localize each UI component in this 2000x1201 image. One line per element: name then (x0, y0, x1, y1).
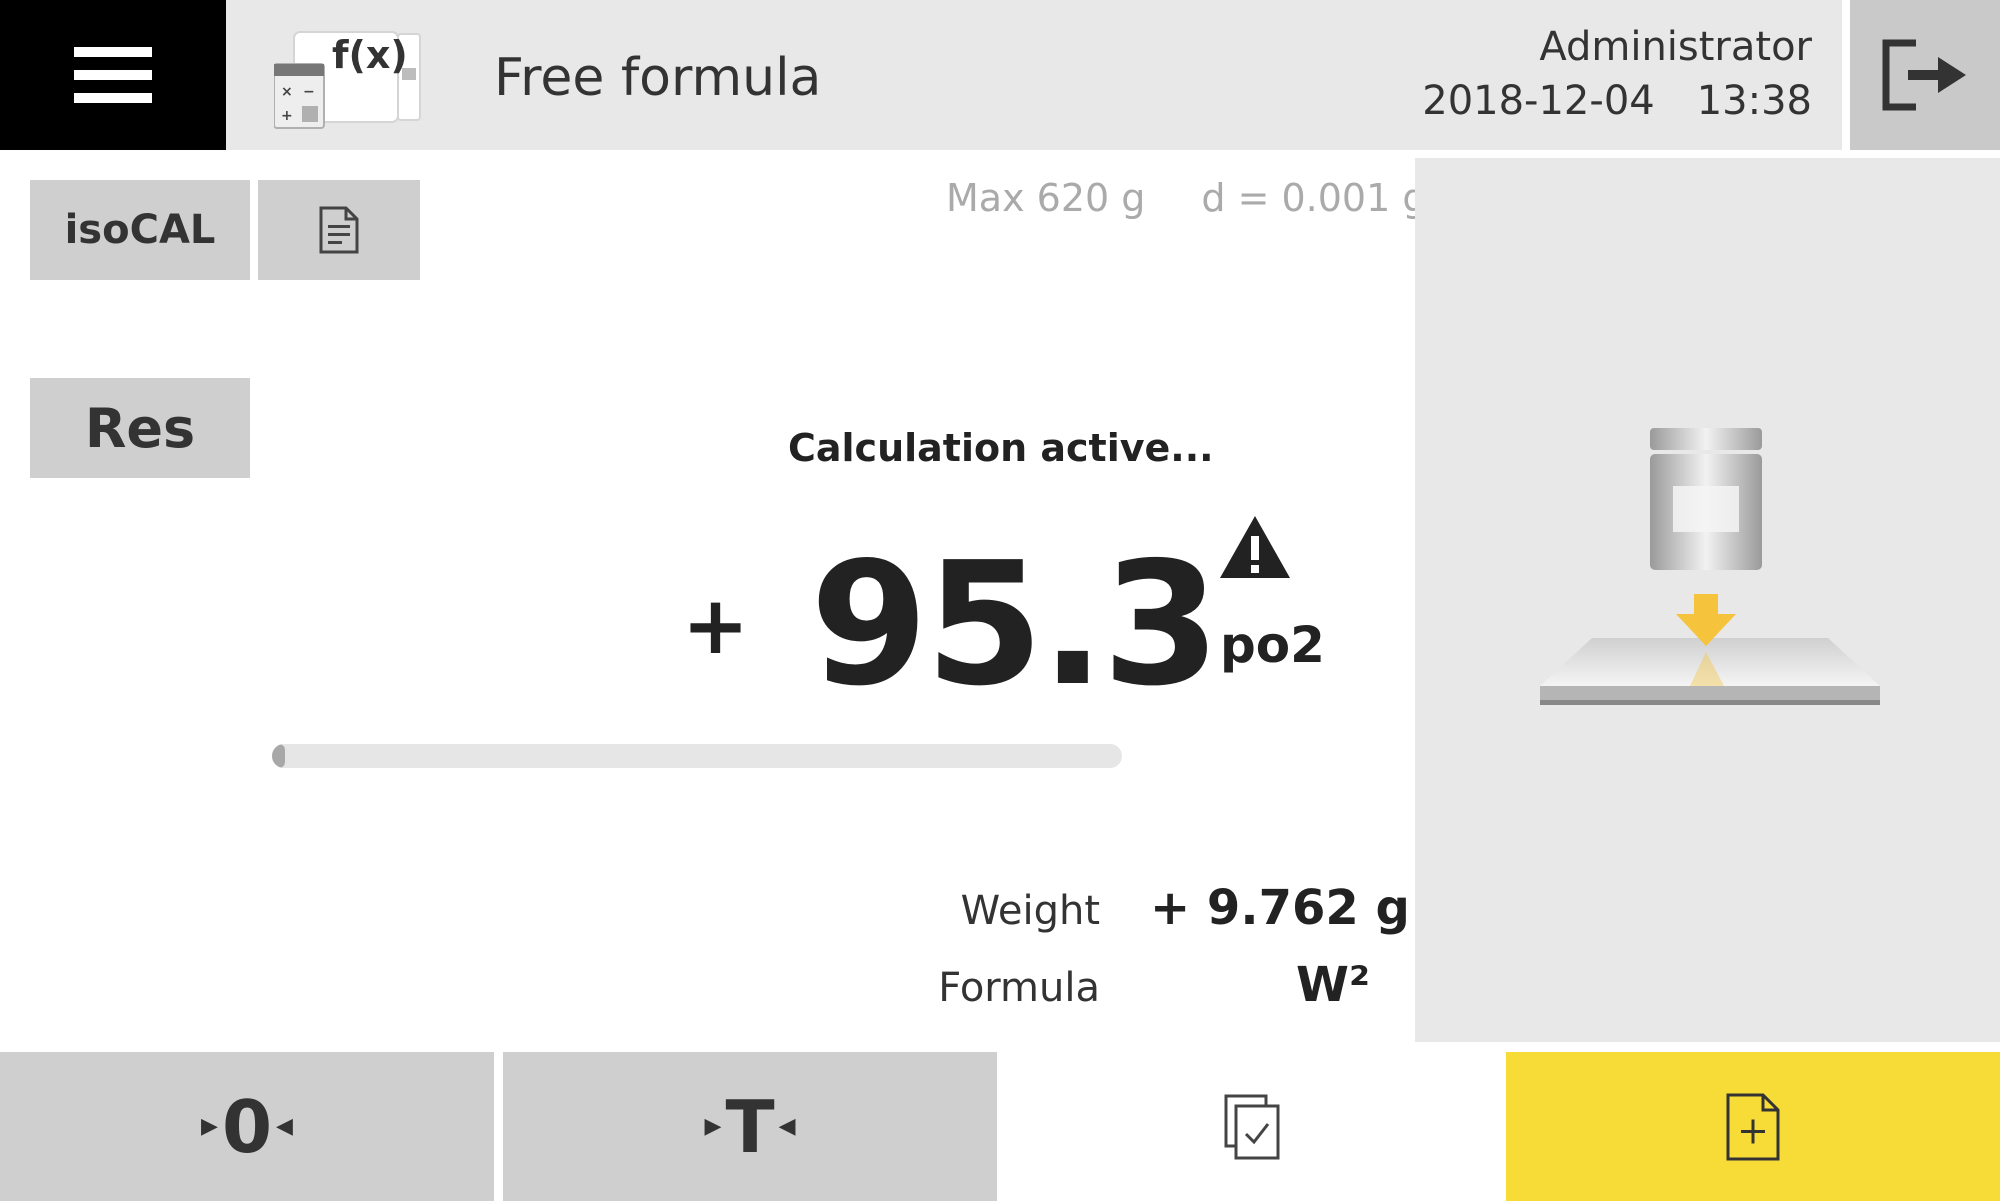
readability: d = 0.001 g (1201, 176, 1427, 220)
formula-app-icon: f(x) × − + (274, 31, 421, 129)
add-document-icon (1726, 1093, 1780, 1160)
formula-value: W² (1296, 957, 1370, 1013)
current-date: 2018-12-04 (1422, 78, 1655, 124)
tare-button[interactable]: ▶ T ◀ (503, 1052, 997, 1201)
result-unit: po2 (1220, 616, 1325, 674)
weight-label: Weight (960, 888, 1100, 934)
document-icon (319, 206, 359, 254)
zero-button[interactable]: ▶ 0 ◀ (0, 1052, 494, 1201)
weight-value: + 9.762 g (1150, 880, 1410, 936)
capacity-info: Max 620 g d = 0.001 g (946, 176, 1426, 220)
place-sample-on-pan-icon (1540, 428, 1880, 705)
result-sign: + (682, 579, 750, 672)
document-button[interactable] (258, 180, 420, 280)
logout-icon (1882, 39, 1966, 111)
menu-button[interactable] (0, 0, 226, 150)
svg-text:×: × (281, 84, 293, 100)
date-time: 2018-12-04 13:38 (1422, 78, 1812, 124)
print-results-button[interactable] (1006, 1052, 1500, 1201)
calculation-progress-bar (272, 744, 1122, 768)
svg-text:+: + (281, 108, 293, 124)
page-title: Free formula (494, 48, 822, 108)
formula-label: Formula (938, 965, 1100, 1011)
progress-fill (272, 744, 285, 768)
tare-label: T (725, 1084, 775, 1169)
calculation-status: Calculation active... (788, 426, 1214, 470)
result-value: 95.3 (810, 526, 1220, 724)
app-icon-label: f(x) (332, 33, 408, 77)
isocal-button[interactable]: isoCAL (30, 180, 250, 280)
max-capacity: Max 620 g (946, 176, 1146, 220)
svg-text:−: − (303, 84, 315, 100)
user-name: Administrator (1539, 24, 1812, 70)
hamburger-menu-icon (74, 47, 152, 103)
header-bar: f(x) × − + Free formula Administrator 20… (226, 0, 1842, 150)
current-time: 13:38 (1696, 78, 1812, 124)
warning-icon (1220, 516, 1290, 578)
result-button[interactable]: Res (30, 378, 250, 478)
zero-label: 0 (221, 1084, 273, 1169)
scale-status-panel (1415, 158, 2000, 1042)
add-result-button[interactable] (1506, 1052, 2000, 1201)
print-results-icon (1224, 1094, 1280, 1159)
logout-button[interactable] (1850, 0, 2000, 150)
